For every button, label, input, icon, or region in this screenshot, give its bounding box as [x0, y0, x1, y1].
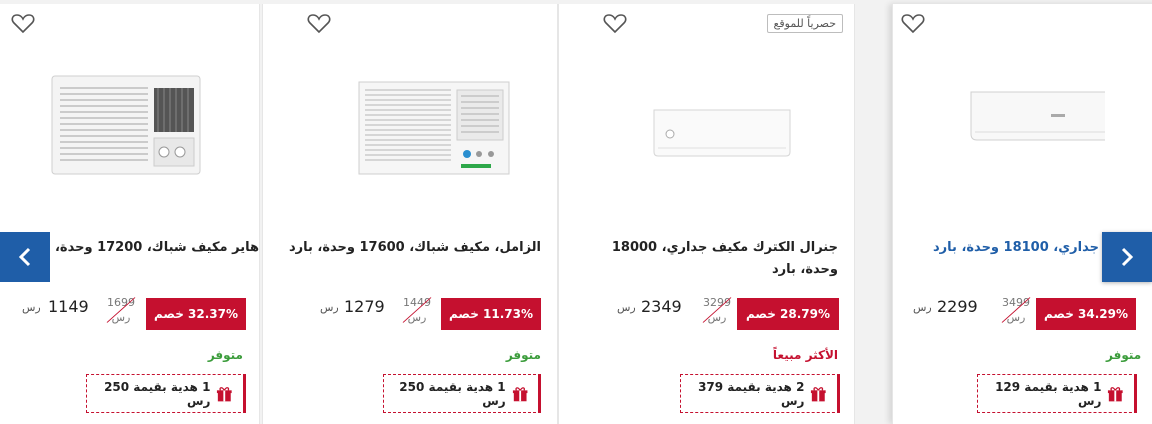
- old-price: 3499 رس: [996, 296, 1036, 324]
- price-currency: رس: [913, 301, 932, 314]
- old-price: 1449 رس: [397, 296, 437, 324]
- gift-text: 2 هدية بقيمة 379 رس: [698, 379, 805, 408]
- price: 1149: [48, 297, 89, 316]
- price-currency: رس: [617, 301, 636, 314]
- heart-icon[interactable]: [603, 12, 627, 34]
- split-ac-image: [970, 91, 1105, 141]
- carousel-prev-button[interactable]: [0, 232, 50, 282]
- product-card[interactable]: مكيف جداري، 18100 وحدة، بارد 34.29% خصم …: [892, 4, 1152, 424]
- stock-status: متوفر: [1106, 348, 1142, 362]
- gift-offer[interactable]: 1 هدية بقيمة 250 رس: [383, 374, 541, 413]
- gift-icon: [1108, 386, 1124, 401]
- gift-icon: [217, 386, 233, 401]
- chevron-left-icon: [18, 247, 31, 267]
- gift-accent-bar: [538, 374, 541, 413]
- strike-icon: [106, 297, 136, 323]
- price: 1279: [344, 297, 385, 316]
- gift-text: 1 هدية بقيمة 129 رس: [995, 379, 1102, 408]
- price-currency: رس: [320, 301, 339, 314]
- gift-offer[interactable]: 1 هدية بقيمة 250 رس: [86, 374, 246, 413]
- product-title[interactable]: جنرال الكترك مكيف جداري، 18000 وحدة، بار…: [575, 237, 838, 281]
- strike-icon: [1001, 297, 1031, 323]
- split-ac-image: [653, 109, 791, 157]
- stock-status: متوفر: [505, 348, 541, 362]
- price: 2349: [641, 297, 682, 316]
- window-ac-image: [51, 75, 201, 175]
- exclusive-badge: حصرياً للموقع: [766, 14, 843, 33]
- gift-accent-bar: [243, 374, 246, 413]
- discount-badge: 32.37% خصم: [146, 298, 246, 330]
- carousel-next-button[interactable]: [1102, 232, 1152, 282]
- chevron-right-icon: [1121, 247, 1134, 267]
- discount-badge: 34.29% خصم: [1036, 298, 1136, 330]
- old-price: 3299 رس: [697, 296, 737, 324]
- heart-icon[interactable]: [307, 12, 331, 34]
- stock-status: متوفر: [207, 348, 243, 362]
- gift-accent-bar: [1134, 374, 1137, 413]
- gift-icon: [811, 386, 827, 401]
- heart-icon[interactable]: [11, 12, 35, 34]
- product-card[interactable]: الزامل، مكيف شباك، 17600 وحدة، بارد 11.7…: [262, 4, 558, 424]
- price: 2299: [937, 297, 978, 316]
- discount-badge: 11.73% خصم: [441, 298, 541, 330]
- stock-status: الأكثر مبيعاً: [772, 348, 838, 362]
- product-title[interactable]: الزامل، مكيف شباك، 17600 وحدة، بارد: [279, 237, 541, 259]
- gift-text: 1 هدية بقيمة 250 رس: [399, 379, 506, 408]
- heart-icon[interactable]: [901, 12, 925, 34]
- gift-icon: [512, 386, 528, 401]
- gift-text: 1 هدية بقيمة 250 رس: [104, 379, 211, 408]
- gift-accent-bar: [837, 374, 840, 413]
- price-currency: رس: [22, 301, 41, 314]
- product-card[interactable]: حصرياً للموقع جنرال الكترك مكيف جداري، 1…: [558, 4, 855, 424]
- product-card[interactable]: هاير مكيف شباك، 17200 وحدة، بارد 32.37% …: [0, 4, 260, 424]
- old-price: 1699 رس: [101, 296, 141, 324]
- gift-offer[interactable]: 1 هدية بقيمة 129 رس: [977, 374, 1137, 413]
- strike-icon: [702, 297, 732, 323]
- window-ac-image: [358, 81, 510, 175]
- gift-offer[interactable]: 2 هدية بقيمة 379 رس: [680, 374, 840, 413]
- strike-icon: [402, 297, 432, 323]
- discount-badge: 28.79% خصم: [737, 298, 839, 330]
- product-carousel: هاير مكيف شباك، 17200 وحدة، بارد 32.37% …: [0, 0, 1152, 424]
